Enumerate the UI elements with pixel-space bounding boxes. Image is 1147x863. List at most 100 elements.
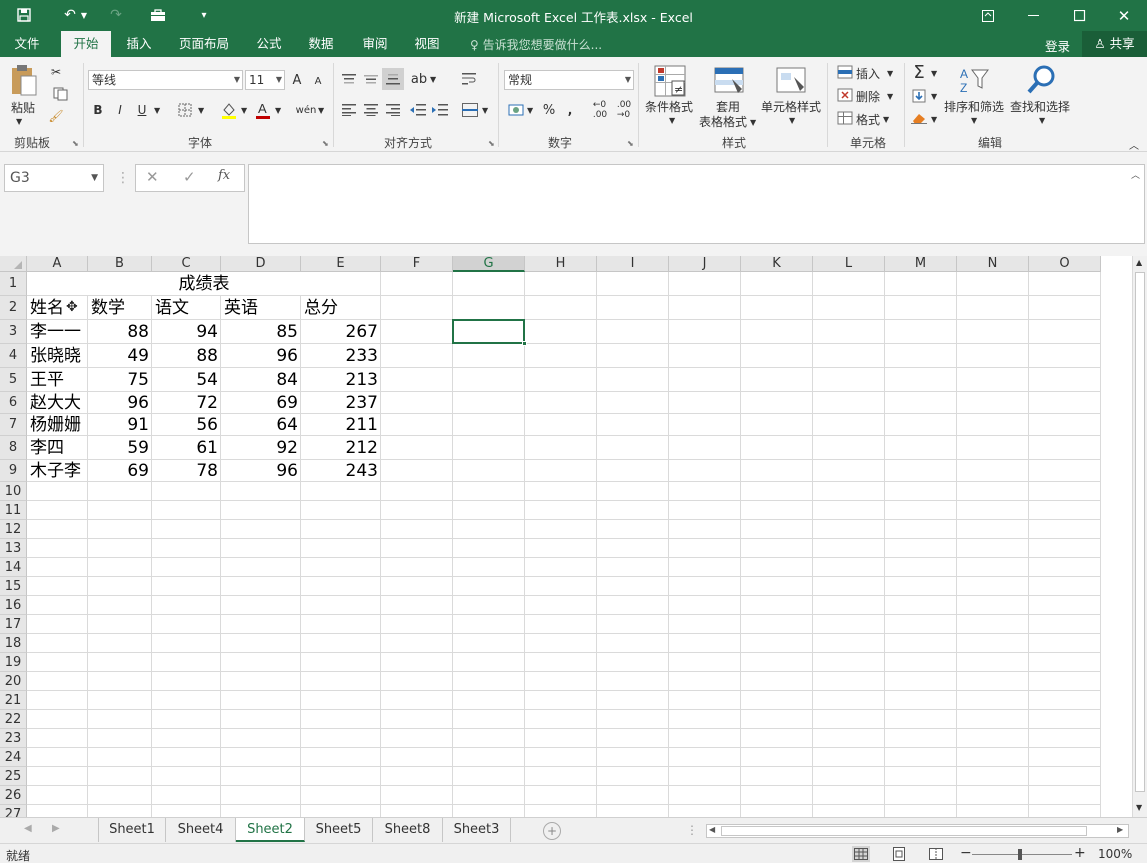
underline-button[interactable]: U bbox=[134, 101, 150, 119]
fill-color-dropdown-icon[interactable]: ▼ bbox=[241, 106, 247, 115]
autosum-dropdown-icon[interactable]: ▼ bbox=[931, 69, 937, 78]
name-cell[interactable]: 李四 bbox=[27, 436, 88, 460]
column-header-l[interactable]: L bbox=[813, 256, 885, 272]
accounting-icon[interactable] bbox=[506, 101, 526, 119]
sheet-prev-icon[interactable]: ◀ bbox=[24, 823, 32, 834]
score-cell[interactable]: 88 bbox=[88, 320, 152, 344]
score-cell[interactable]: 94 bbox=[152, 320, 221, 344]
name-cell[interactable]: 杨姗姗 bbox=[27, 414, 88, 436]
font-size-select[interactable]: 11 ▼ bbox=[245, 70, 285, 90]
shrink-font-button[interactable]: A bbox=[311, 73, 325, 89]
grow-font-button[interactable]: A bbox=[290, 71, 304, 89]
row-header-23[interactable]: 23 bbox=[0, 729, 27, 748]
sheet-title-cell[interactable]: 成绩表 bbox=[27, 272, 381, 296]
score-cell[interactable]: 75 bbox=[88, 368, 152, 392]
copy-icon[interactable] bbox=[46, 85, 76, 103]
enter-icon[interactable]: ✓ bbox=[183, 168, 196, 186]
column-header-i[interactable]: I bbox=[597, 256, 669, 272]
tab-file[interactable]: 文件 bbox=[6, 31, 48, 57]
cell-styles-dropdown-icon[interactable]: ▼ bbox=[789, 116, 795, 125]
paste-dropdown-icon[interactable]: ▼ bbox=[16, 117, 22, 126]
zoom-slider-thumb[interactable] bbox=[1018, 849, 1022, 860]
page-break-view-icon[interactable] bbox=[927, 846, 945, 862]
zoom-out-icon[interactable]: − bbox=[960, 845, 972, 861]
score-cell[interactable]: 59 bbox=[88, 436, 152, 460]
expand-formula-icon[interactable]: ︿ bbox=[1131, 168, 1140, 181]
row-header-6[interactable]: 6 bbox=[0, 392, 27, 414]
row-header-18[interactable]: 18 bbox=[0, 634, 27, 653]
paste-label[interactable]: 粘贴 bbox=[11, 99, 35, 116]
horizontal-scroll-thumb[interactable] bbox=[721, 826, 1087, 836]
orientation-dropdown-icon[interactable]: ▼ bbox=[430, 75, 436, 84]
merge-dropdown-icon[interactable]: ▼ bbox=[482, 106, 488, 115]
name-box[interactable]: G3 ▼ bbox=[4, 164, 104, 192]
row-header-9[interactable]: 9 bbox=[0, 460, 27, 482]
paste-icon[interactable] bbox=[8, 63, 40, 97]
close-icon[interactable]: ✕ bbox=[1101, 0, 1147, 31]
font-color-dropdown-icon[interactable]: ▼ bbox=[275, 106, 281, 115]
score-cell[interactable]: 212 bbox=[301, 436, 381, 460]
number-format-select[interactable]: 常规 ▼ bbox=[504, 70, 634, 90]
row-header-14[interactable]: 14 bbox=[0, 558, 27, 577]
align-middle-icon[interactable] bbox=[362, 70, 380, 88]
tab-view[interactable]: 视图 bbox=[406, 31, 448, 57]
collapse-ribbon-icon[interactable]: ︿ bbox=[1129, 137, 1139, 152]
zoom-level[interactable]: 100% bbox=[1098, 847, 1132, 861]
score-cell[interactable]: 243 bbox=[301, 460, 381, 482]
score-cell[interactable]: 85 bbox=[221, 320, 301, 344]
underline-dropdown-icon[interactable]: ▼ bbox=[154, 106, 160, 115]
align-left-icon[interactable] bbox=[340, 101, 358, 119]
format-cells-icon[interactable] bbox=[836, 110, 854, 126]
scroll-up-icon[interactable]: ▲ bbox=[1136, 258, 1142, 267]
conditional-format-icon[interactable]: ≠ bbox=[652, 63, 688, 99]
column-header-e[interactable]: E bbox=[301, 256, 381, 272]
score-cell[interactable]: 56 bbox=[152, 414, 221, 436]
row-header-15[interactable]: 15 bbox=[0, 577, 27, 596]
name-cell[interactable]: 木子李 bbox=[27, 460, 88, 482]
score-cell[interactable]: 92 bbox=[221, 436, 301, 460]
tab-data[interactable]: 数据 bbox=[300, 31, 342, 57]
header-cell[interactable]: 英语 bbox=[221, 296, 301, 320]
delete-cells-icon[interactable] bbox=[836, 87, 854, 103]
row-header-1[interactable]: 1 bbox=[0, 272, 27, 296]
clipboard-launcher-icon[interactable]: ⬊ bbox=[72, 139, 79, 148]
vertical-scroll-thumb[interactable] bbox=[1135, 272, 1145, 792]
conditional-dropdown-icon[interactable]: ▼ bbox=[669, 116, 675, 125]
vertical-scrollbar[interactable]: ▲ ▼ bbox=[1132, 256, 1147, 817]
fill-handle[interactable] bbox=[522, 341, 527, 346]
score-cell[interactable]: 69 bbox=[221, 392, 301, 414]
insert-function-button[interactable]: fx bbox=[218, 168, 230, 183]
sheet-tab-1[interactable]: Sheet1 bbox=[99, 818, 166, 842]
name-cell[interactable]: 张晓晓 bbox=[27, 344, 88, 368]
tab-home[interactable]: 开始 bbox=[61, 31, 111, 57]
merge-center-icon[interactable] bbox=[460, 101, 480, 119]
column-header-n[interactable]: N bbox=[957, 256, 1029, 272]
cell-styles-label[interactable]: 单元格样式 bbox=[761, 98, 821, 115]
row-header-11[interactable]: 11 bbox=[0, 501, 27, 520]
number-launcher-icon[interactable]: ⬊ bbox=[627, 139, 634, 148]
select-all-corner[interactable] bbox=[0, 256, 27, 272]
increase-decimal-icon[interactable]: ←0.00 bbox=[590, 100, 610, 120]
sheet-tab-3[interactable]: Sheet3 bbox=[443, 818, 511, 842]
phonetic-button[interactable]: wén bbox=[296, 101, 317, 119]
format-cells-label[interactable]: 格式 bbox=[856, 111, 880, 128]
cell-styles-icon[interactable] bbox=[774, 63, 810, 99]
column-header-c[interactable]: C bbox=[152, 256, 221, 272]
score-cell[interactable]: 88 bbox=[152, 344, 221, 368]
column-header-h[interactable]: H bbox=[525, 256, 597, 272]
borders-dropdown-icon[interactable]: ▼ bbox=[198, 106, 204, 115]
score-cell[interactable]: 237 bbox=[301, 392, 381, 414]
header-cell[interactable]: 总分 bbox=[301, 296, 381, 320]
sheet-tab-8[interactable]: Sheet8 bbox=[373, 818, 443, 842]
score-cell[interactable]: 233 bbox=[301, 344, 381, 368]
score-cell[interactable]: 211 bbox=[301, 414, 381, 436]
score-cell[interactable]: 84 bbox=[221, 368, 301, 392]
row-header-16[interactable]: 16 bbox=[0, 596, 27, 615]
normal-view-icon[interactable] bbox=[852, 846, 870, 862]
italic-button[interactable]: I bbox=[112, 101, 128, 119]
row-header-21[interactable]: 21 bbox=[0, 691, 27, 710]
align-right-icon[interactable] bbox=[384, 101, 402, 119]
row-header-5[interactable]: 5 bbox=[0, 368, 27, 392]
score-cell[interactable]: 54 bbox=[152, 368, 221, 392]
fill-color-icon[interactable] bbox=[220, 100, 238, 120]
